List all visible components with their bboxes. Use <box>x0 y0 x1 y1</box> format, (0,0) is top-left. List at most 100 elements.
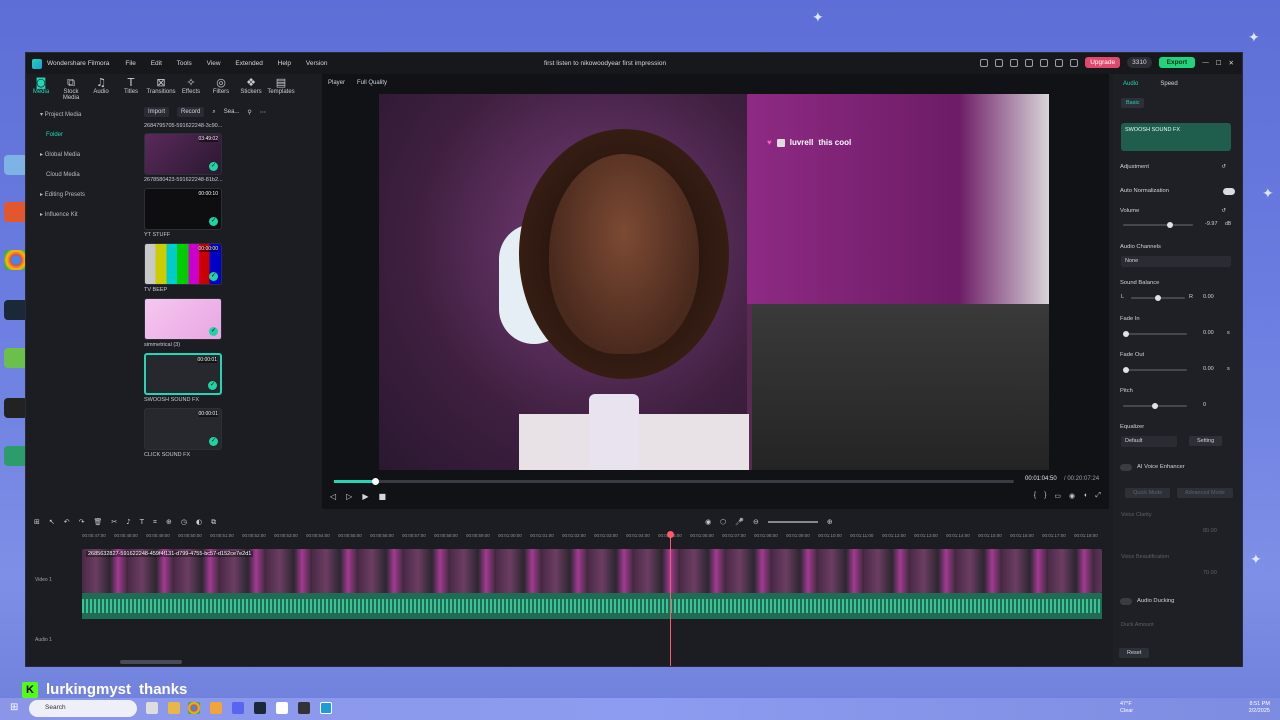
equalizer-select[interactable]: Default <box>1121 436 1177 447</box>
slider-handle[interactable] <box>1167 222 1173 228</box>
media-thumbnail[interactable]: 00:00:00 ✓ <box>144 243 222 285</box>
import-button[interactable]: Import <box>144 107 170 117</box>
display-icon[interactable]: ▭ <box>1054 492 1061 500</box>
preview-scrubber[interactable] <box>334 478 1014 485</box>
redo-icon[interactable]: ↷ <box>79 518 85 526</box>
nav-influence-kit[interactable]: ▸ Influence Kit <box>32 205 132 225</box>
chrome-taskbar-icon[interactable] <box>188 702 200 714</box>
media-thumbnail[interactable]: 00:00:01 ✓ <box>144 353 222 395</box>
volume-icon[interactable]: ◖ <box>1083 492 1087 500</box>
menu-edit[interactable]: Edit <box>151 60 162 67</box>
media-thumbnail[interactable]: 00:00:01 ✓ <box>144 408 222 450</box>
fade-out-value[interactable]: 0.00 <box>1203 366 1214 372</box>
minimize-icon[interactable]: — <box>1202 59 1209 66</box>
audio-ducking-toggle[interactable] <box>1120 598 1132 605</box>
stop-icon[interactable]: ■ <box>378 492 386 501</box>
nav-folder[interactable]: Folder <box>32 125 132 145</box>
taskbar-search[interactable]: Search <box>29 700 137 717</box>
shop-icon[interactable] <box>980 58 989 67</box>
steam-taskbar-icon[interactable] <box>254 702 266 714</box>
media-thumbnail[interactable]: ✓ <box>144 298 222 340</box>
next-frame-icon[interactable]: ▶ <box>362 492 368 501</box>
close-icon[interactable]: ✕ <box>1229 59 1234 67</box>
cloud-icon[interactable] <box>1040 58 1049 67</box>
zoom-slider[interactable] <box>767 521 818 523</box>
app-taskbar-icon[interactable] <box>210 702 222 714</box>
delete-icon[interactable]: 🗑 <box>94 518 103 526</box>
render-icon[interactable]: ◉ <box>705 518 711 526</box>
cut-icon[interactable]: ✂ <box>111 518 117 526</box>
search-icon[interactable]: ⌕ <box>212 109 215 116</box>
audio-channels-select[interactable]: None <box>1121 256 1231 267</box>
tab-filters[interactable]: ◎ Filters <box>206 74 236 101</box>
group-icon[interactable]: ⧉ <box>211 518 216 527</box>
save-icon[interactable] <box>1025 58 1034 67</box>
reset-icon[interactable]: ↺ <box>1221 164 1226 170</box>
speed-icon[interactable]: ◷ <box>181 518 187 526</box>
balance-value[interactable]: 0.00 <box>1203 294 1214 300</box>
audio-waveform[interactable] <box>82 593 1102 619</box>
coin-balance[interactable]: 3310 <box>1127 57 1152 68</box>
text-icon[interactable]: T <box>140 518 144 526</box>
menu-view[interactable]: View <box>207 60 221 67</box>
menu-help[interactable]: Help <box>278 60 291 67</box>
media-item[interactable]: 03:49:02 ✓ 2678580423-591622248-81b2... <box>144 133 244 183</box>
layout-icon[interactable]: ⊞ <box>34 518 40 526</box>
fade-in-slider[interactable] <box>1123 331 1187 337</box>
tab-transitions[interactable]: ⊠ Transitions <box>146 74 176 101</box>
video-preview[interactable]: ♥ luvrell this cool <box>379 94 1049 470</box>
system-tray-clock[interactable]: 8:51 PM 2/2/2025 <box>1249 701 1270 715</box>
media-item[interactable]: 00:00:01 ✓ CLICK SOUND FX <box>144 408 244 458</box>
export-button[interactable]: Export <box>1158 57 1196 68</box>
media-item[interactable]: 00:00:10 ✓ YT STUFF <box>144 188 244 238</box>
app-taskbar-icon[interactable] <box>276 702 288 714</box>
slider-handle[interactable] <box>1123 331 1129 337</box>
media-item[interactable]: 00:00:00 ✓ TV BEEP <box>144 243 244 293</box>
volume-slider[interactable] <box>1123 222 1193 228</box>
zoom-out-icon[interactable]: ⊖ <box>753 518 759 526</box>
tab-speed[interactable]: Speed <box>1160 81 1177 94</box>
media-item[interactable]: ✓ simmetrical (3) <box>144 298 244 348</box>
slider-handle[interactable] <box>1155 295 1161 301</box>
timeline-ruler[interactable]: 00:00:47:00 00:00:48:00 00:00:49:00 00:00:5… <box>82 533 1108 543</box>
quality-select[interactable]: Full Quality <box>357 80 387 86</box>
maximize-icon[interactable]: ☐ <box>1216 59 1222 67</box>
equalizer-setting-button[interactable]: Setting <box>1189 436 1223 446</box>
pitch-value[interactable]: 0 <box>1203 402 1206 408</box>
playhead[interactable] <box>670 533 671 666</box>
media-item[interactable]: 00:00:01 ✓ SWOOSH SOUND FX <box>144 353 244 403</box>
record-button[interactable]: Record <box>177 107 205 117</box>
play-icon[interactable]: ▷ <box>346 492 352 501</box>
previous-frame-icon[interactable]: ◁ <box>330 492 336 501</box>
video-clip[interactable]: 2685632827-591622248-459f4f131-d799-4755… <box>82 549 1102 593</box>
mark-in-icon[interactable]: { <box>1034 492 1036 500</box>
slider-handle[interactable] <box>1123 367 1129 373</box>
tab-audio-props[interactable]: Audio <box>1123 81 1138 94</box>
menu-version[interactable]: Version <box>306 60 328 67</box>
download-icon[interactable] <box>1055 58 1064 67</box>
reset-icon[interactable]: ↺ <box>1221 208 1226 214</box>
upgrade-button[interactable]: Upgrade <box>1085 57 1121 68</box>
advanced-mode-button[interactable]: Advanced Mode <box>1177 488 1233 498</box>
zoom-in-icon[interactable]: ⊕ <box>827 518 833 526</box>
media-thumbnail[interactable]: 00:00:10 ✓ <box>144 188 222 230</box>
auto-normalization-toggle[interactable] <box>1223 188 1235 195</box>
tab-stock-media[interactable]: ⧉ Stock Media <box>56 74 86 102</box>
fullscreen-icon[interactable]: ⤢ <box>1095 492 1101 500</box>
fade-in-value[interactable]: 0.00 <box>1203 330 1214 336</box>
grid-icon[interactable] <box>1070 58 1079 67</box>
file-explorer-icon[interactable] <box>168 702 180 714</box>
nav-global-media[interactable]: ▸ Global Media <box>32 145 132 165</box>
filmora-taskbar-icon[interactable] <box>320 702 332 714</box>
nav-project-media[interactable]: ▾ Project Media <box>32 105 132 125</box>
color-icon[interactable]: ◐ <box>196 518 202 526</box>
balance-slider[interactable] <box>1131 295 1185 301</box>
quick-mode-button[interactable]: Quick Mode <box>1125 488 1171 498</box>
tab-audio[interactable]: ♫ Audio <box>86 74 116 101</box>
menu-file[interactable]: File <box>125 60 135 67</box>
nav-editing-presets[interactable]: ▸ Editing Presets <box>32 185 132 205</box>
snapshot-icon[interactable]: ◉ <box>1069 492 1075 500</box>
volume-value[interactable]: -9.97 <box>1205 221 1218 227</box>
task-view-icon[interactable] <box>146 702 158 714</box>
undo-icon[interactable]: ↶ <box>64 518 70 526</box>
